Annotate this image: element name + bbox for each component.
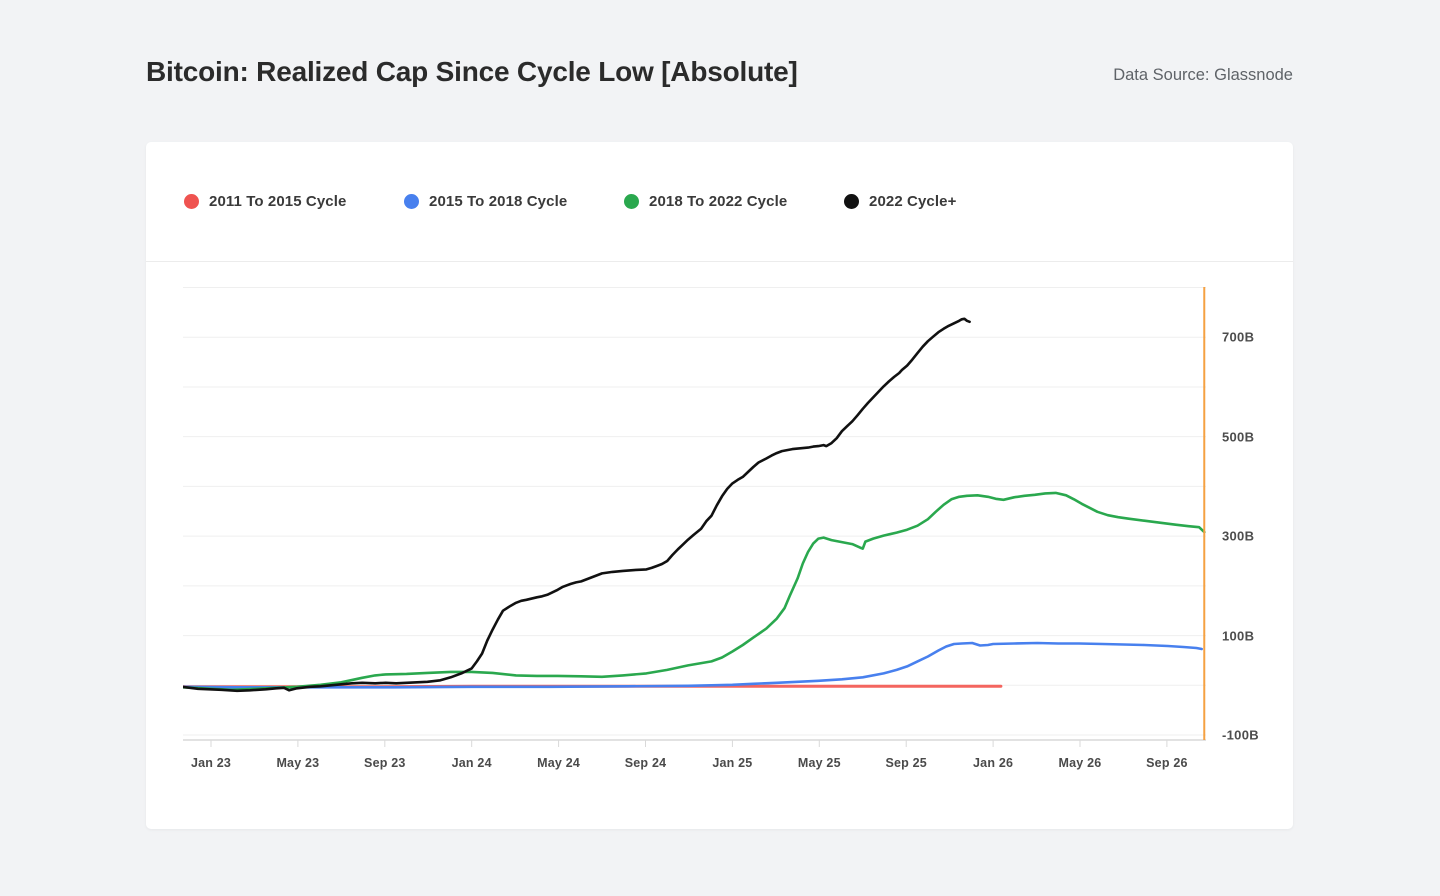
page-title: Bitcoin: Realized Cap Since Cycle Low [A… <box>146 56 798 88</box>
y-tick-label: 100B <box>1222 628 1254 643</box>
legend-dot-icon <box>184 194 199 209</box>
x-tick-label: May 24 <box>537 756 580 770</box>
data-source-label: Data Source: Glassnode <box>1113 66 1293 88</box>
x-tick-label: Jan 24 <box>452 756 492 770</box>
legend-item-label: 2015 To 2018 Cycle <box>429 193 567 210</box>
legend-item-label: 2022 Cycle+ <box>869 193 956 210</box>
chart-legend: 2011 To 2015 Cycle 2015 To 2018 Cycle 20… <box>184 142 1064 261</box>
legend-item-2011-2015-cycle[interactable]: 2011 To 2015 Cycle <box>184 193 404 210</box>
x-tick-label: May 26 <box>1059 756 1102 770</box>
x-tick-label: May 25 <box>798 756 841 770</box>
legend-dot-icon <box>844 194 859 209</box>
legend-dot-icon <box>624 194 639 209</box>
x-tick-label: Sep 24 <box>625 756 667 770</box>
series-line-2022-cycle-[interactable] <box>183 319 970 691</box>
x-tick-label: Sep 26 <box>1146 756 1188 770</box>
plot-area: 700B 500B 300B 100B -100B Jan 23 May 23 Sep 23… <box>183 285 1283 785</box>
legend-item-2022-cycle-plus[interactable]: 2022 Cycle+ <box>844 193 1064 210</box>
legend-item-2015-2018-cycle[interactable]: 2015 To 2018 Cycle <box>404 193 624 210</box>
x-tick-label: Sep 25 <box>885 756 927 770</box>
series-line-2018-to-2022-cycle[interactable] <box>183 493 1204 690</box>
y-tick-label: 500B <box>1222 429 1254 444</box>
x-tick-label: Sep 23 <box>364 756 406 770</box>
chart-canvas[interactable] <box>183 285 1283 781</box>
legend-item-2018-2022-cycle[interactable]: 2018 To 2022 Cycle <box>624 193 844 210</box>
x-tick-label: Jan 26 <box>973 756 1013 770</box>
legend-dot-icon <box>404 194 419 209</box>
y-tick-label: -100B <box>1222 728 1259 743</box>
legend-separator <box>146 261 1293 262</box>
y-tick-label: 300B <box>1222 529 1254 544</box>
legend-item-label: 2018 To 2022 Cycle <box>649 193 787 210</box>
x-tick-label: Jan 23 <box>191 756 231 770</box>
y-tick-label: 700B <box>1222 330 1254 345</box>
page-header: Bitcoin: Realized Cap Since Cycle Low [A… <box>146 56 1293 88</box>
x-tick-label: May 23 <box>276 756 319 770</box>
legend-item-label: 2011 To 2015 Cycle <box>209 193 346 210</box>
x-tick-label: Jan 25 <box>712 756 752 770</box>
chart-card: 2011 To 2015 Cycle 2015 To 2018 Cycle 20… <box>146 142 1293 829</box>
